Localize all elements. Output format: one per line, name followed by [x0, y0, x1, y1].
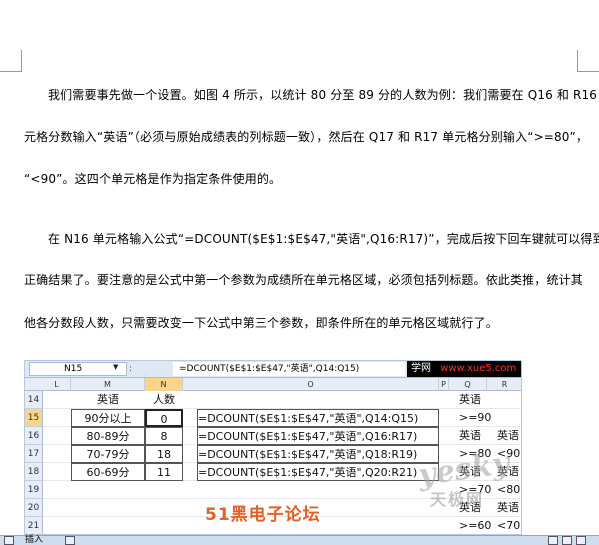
cell-m15[interactable]: 90分以上	[71, 409, 145, 427]
cell-m19[interactable]	[71, 481, 145, 499]
record-icon[interactable]	[65, 536, 75, 545]
cell-q15[interactable]: >=90	[459, 409, 497, 427]
chevron-down-icon[interactable]: ▼	[113, 363, 118, 371]
cell-n17[interactable]: 18	[145, 445, 183, 463]
row-header-21[interactable]: 21	[25, 517, 43, 534]
cell-r14[interactable]	[497, 391, 521, 409]
row-header-16[interactable]: 16	[25, 427, 43, 445]
cell-n18[interactable]: 11	[145, 463, 183, 481]
cell-q21[interactable]: >=60	[459, 517, 497, 534]
column-header-l[interactable]: L	[43, 378, 71, 391]
paragraph2-line2: 正确结果了。要注意的是公式中第一个参数为成绩所在单元格区域，必须包括列标题。依此…	[24, 273, 583, 287]
view-web-layout-icon[interactable]	[576, 536, 586, 545]
row-header-19[interactable]: 19	[25, 481, 43, 499]
cell-r19[interactable]: <80	[497, 481, 521, 499]
paragraph2-line3: 他各分数段人数，只需要改变一下公式中第三个参数，即条件所在的单元格区域就行了。	[24, 316, 498, 330]
document-page: 我们需要事先做一个设置。如图 4 所示，以统计 80 分至 89 分的人数为例：…	[0, 0, 599, 535]
cell-m18[interactable]: 60-69分	[71, 463, 145, 481]
cell-m16[interactable]: 80-89分	[71, 427, 145, 445]
row-header-20[interactable]: 20	[25, 499, 43, 517]
paragraph1-line3: “<90”。这四个单元格是作为指定条件使用的。	[24, 172, 282, 186]
row-header-17[interactable]: 17	[25, 445, 43, 463]
yesky-cn-watermark: 天极网	[430, 490, 485, 509]
cell-r16[interactable]: 英语	[497, 427, 521, 445]
column-header-q[interactable]: Q	[449, 378, 487, 391]
margin-corner-top-right	[577, 50, 599, 72]
cell-m20[interactable]	[71, 499, 145, 517]
cell-m21[interactable]	[71, 517, 145, 534]
formula-input[interactable]: =DCOUNT($E$1:$E$47,"英语",Q14:Q15)	[173, 362, 405, 376]
row-header-18[interactable]: 18	[25, 463, 43, 481]
row-header-14[interactable]: 14	[25, 391, 43, 409]
forum-watermark: 51黑电子论坛	[205, 505, 321, 525]
cell-r21[interactable]: <70	[497, 517, 521, 534]
column-header-r[interactable]: R	[487, 378, 521, 391]
cell-o19[interactable]	[197, 481, 439, 499]
view-print-layout-icon[interactable]	[548, 536, 558, 545]
margin-corner-top-left	[0, 50, 22, 72]
insert-mode-label[interactable]: 插入	[25, 535, 43, 545]
cell-o14[interactable]	[197, 391, 439, 409]
paragraph1-line2: 元格分数输入“英语”（必须与原始成绩表的列标题一致），然后在 Q17 和 R17…	[24, 130, 589, 144]
cell-n14[interactable]: 人数	[145, 391, 183, 409]
cell-n20[interactable]	[145, 499, 183, 517]
status-bar	[0, 535, 599, 545]
cell-n19[interactable]	[145, 481, 183, 499]
xue5-watermark: 学网 www.xue5.com	[407, 361, 521, 377]
formula-bar: N15 ▼ : fx =DCOUNT($E$1:$E$47,"英语",Q14:Q…	[25, 361, 521, 388]
cell-r20[interactable]: 英语	[497, 499, 521, 517]
cell-q14[interactable]: 英语	[459, 391, 497, 409]
cell-n15[interactable]: 0	[145, 409, 183, 427]
cell-n16[interactable]: 8	[145, 427, 183, 445]
cell-o18[interactable]: =DCOUNT($E$1:$E$47,"英语",Q20:R21)	[197, 463, 439, 481]
cell-m14[interactable]: 英语	[71, 391, 145, 409]
cell-r15[interactable]	[497, 409, 521, 427]
paragraph2-line1: 在 N16 单元格输入公式“=DCOUNT($E$1:$E$47,"英语",Q1…	[48, 232, 599, 246]
cell-n21[interactable]	[145, 517, 183, 534]
macro-icon[interactable]	[4, 536, 14, 545]
paragraph1-line1: 我们需要事先做一个设置。如图 4 所示，以统计 80 分至 89 分的人数为例：…	[48, 88, 599, 102]
xue5-url: www.xue5.com	[440, 363, 517, 374]
fx-icon[interactable]: : fx	[129, 362, 171, 388]
row-header-15[interactable]: 15	[25, 409, 43, 427]
cell-o16[interactable]: =DCOUNT($E$1:$E$47,"英语",Q16:R17)	[197, 427, 439, 445]
column-header-m[interactable]: M	[71, 378, 145, 391]
cell-m17[interactable]: 70-79分	[71, 445, 145, 463]
cell-q16[interactable]: 英语	[459, 427, 497, 445]
cell-o17[interactable]: =DCOUNT($E$1:$E$47,"英语",Q18:R19)	[197, 445, 439, 463]
xue5-cn-label: 学网	[411, 363, 431, 374]
cell-o15[interactable]: =DCOUNT($E$1:$E$47,"英语",Q14:Q15)	[197, 409, 439, 427]
column-headers: LMNOPQR	[25, 378, 521, 391]
column-header-o[interactable]: O	[183, 378, 439, 391]
view-full-screen-icon[interactable]	[562, 536, 572, 545]
column-header-n[interactable]: N	[145, 378, 183, 391]
column-header-p[interactable]: P	[439, 378, 449, 391]
